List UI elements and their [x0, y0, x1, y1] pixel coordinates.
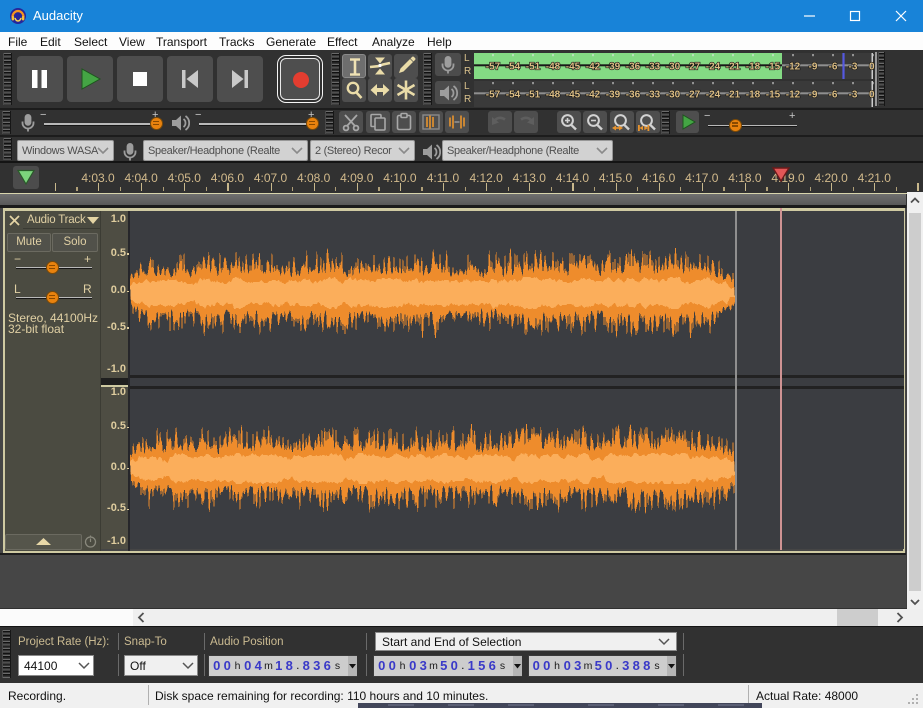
svg-text:-9: -9 — [809, 61, 818, 72]
svg-text:-15: -15 — [766, 61, 781, 72]
svg-text:-12: -12 — [786, 89, 801, 100]
svg-text:-18: -18 — [746, 61, 761, 72]
svg-text:-12: -12 — [786, 61, 801, 72]
svg-text:-15: -15 — [766, 89, 781, 100]
svg-text:-9: -9 — [809, 89, 818, 100]
svg-text:-3: -3 — [849, 61, 858, 72]
svg-text:-6: -6 — [829, 89, 838, 100]
svg-text:-3: -3 — [849, 89, 858, 100]
svg-text:-6: -6 — [829, 61, 838, 72]
svg-text:-18: -18 — [746, 89, 761, 100]
